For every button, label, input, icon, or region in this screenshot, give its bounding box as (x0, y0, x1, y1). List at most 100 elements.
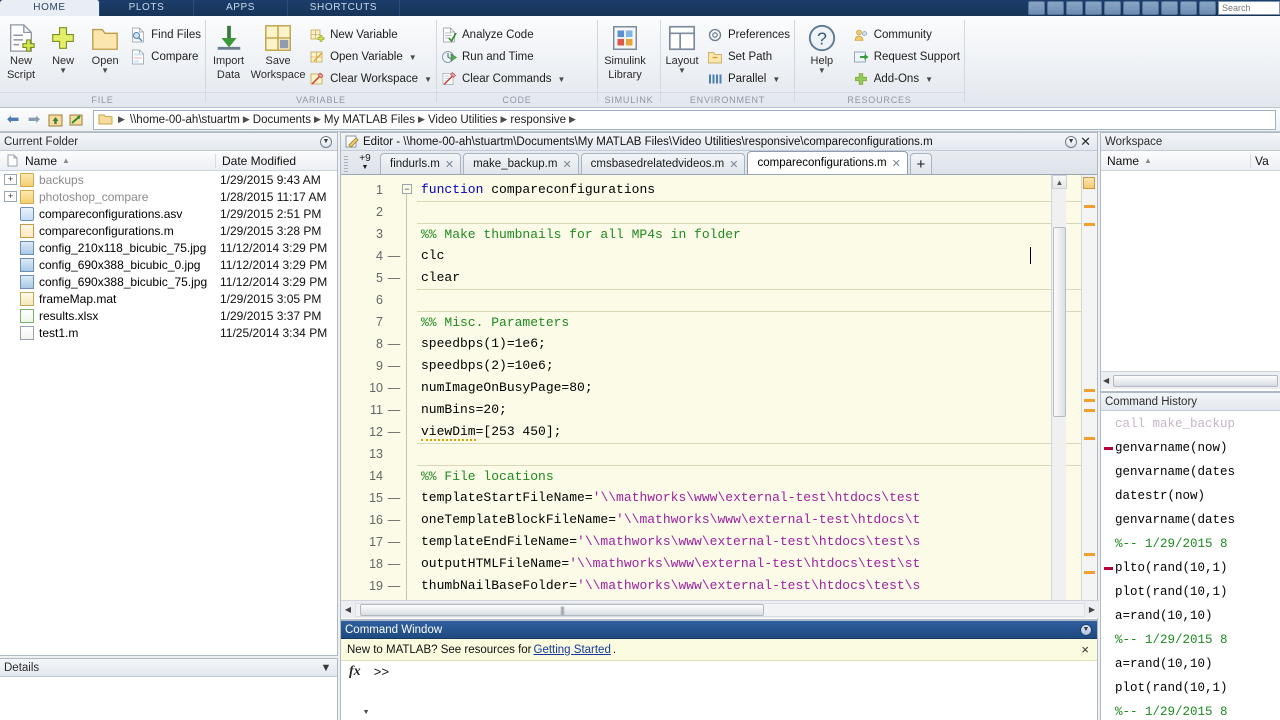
chevron-down-icon[interactable]: ▼ (818, 67, 826, 75)
breadcrumb-item[interactable]: Documents (251, 114, 313, 126)
chevron-down-icon[interactable]: ▼ (925, 75, 933, 84)
command-history-row[interactable]: datestr(now) (1101, 484, 1280, 508)
code-line[interactable]: speedbps(1)=1e6; (417, 333, 1097, 355)
list-icon[interactable] (1104, 1, 1121, 15)
executable-line-marker[interactable] (387, 443, 401, 465)
command-history-row[interactable]: genvarname(dates (1101, 508, 1280, 532)
layout-button[interactable]: Layout ▼ (661, 20, 703, 75)
fold-toggle-icon[interactable]: − (402, 184, 412, 194)
analyze-code-button[interactable]: Analyze Code (437, 24, 569, 46)
command-history-list[interactable]: call make_backup genvarname(now) genvarnam… (1101, 411, 1280, 719)
window-icon[interactable] (1180, 1, 1197, 15)
executable-line-marker[interactable] (387, 311, 401, 333)
code-issue-marker[interactable] (1084, 409, 1095, 412)
forward-arrow-icon[interactable]: ➡ (25, 111, 43, 129)
chevron-down-icon[interactable]: ▼ (409, 53, 417, 62)
executable-line-marker[interactable] (387, 289, 401, 311)
executable-line-marker[interactable] (387, 465, 401, 487)
code-line[interactable]: speedbps(2)=10e6; (417, 355, 1097, 377)
code-line[interactable]: oneTemplateBlockFileName='\\mathworks\ww… (417, 509, 1097, 531)
close-icon[interactable]: ✕ (729, 158, 738, 171)
executable-line-marker[interactable]: — (387, 575, 401, 597)
code-line[interactable]: viewDim=[253 450]; (417, 421, 1097, 443)
preferences-button[interactable]: Preferences (703, 24, 794, 46)
editor-horizontal-scrollbar[interactable]: ◀ ||| ▶ (341, 600, 1099, 618)
fx-caret-icon[interactable]: ▼ (363, 709, 370, 716)
ribbon-tab-apps[interactable]: APPS (194, 0, 288, 16)
simulink-button[interactable]: Simulink Library (598, 20, 652, 81)
compare-button[interactable]: Compare (126, 46, 205, 68)
code-line[interactable]: clear (417, 267, 1097, 289)
close-icon[interactable]: ✕ (892, 157, 901, 170)
code-line[interactable]: function compareconfigurations (417, 179, 1097, 201)
column-header-name[interactable]: Name ▲ (0, 153, 216, 168)
open-button[interactable]: Open ▼ (84, 20, 126, 75)
new-doc-icon[interactable] (1047, 1, 1064, 15)
executable-line-marker[interactable]: — (387, 531, 401, 553)
workspace-variable-list[interactable] (1101, 171, 1280, 371)
file-row[interactable]: config_690x388_bicubic_75.jpg 11/12/2014 … (0, 273, 337, 290)
command-window-options-icon[interactable]: ▼ (1079, 623, 1093, 637)
editor-marker-strip[interactable] (1081, 175, 1097, 618)
file-row[interactable]: compareconfigurations.m 1/29/2015 3:28 PM (0, 222, 337, 239)
command-history-row[interactable]: plot(rand(10,1) (1101, 580, 1280, 604)
executable-line-marker[interactable]: — (387, 377, 401, 399)
notice-close-icon[interactable]: × (1079, 643, 1091, 656)
find-files-button[interactable]: Find Files (126, 24, 205, 46)
command-history-row[interactable]: %-- 1/29/2015 8 (1101, 700, 1280, 719)
command-history-row[interactable]: %-- 1/29/2015 8 (1101, 628, 1280, 652)
scroll-left-arrow[interactable]: ◀ (1101, 376, 1111, 385)
tab-overflow-button[interactable]: +9 ▼ (350, 152, 380, 174)
details-header[interactable]: Details ▼ (0, 659, 337, 677)
code-line[interactable]: numImageOnBusyPage=80; (417, 377, 1097, 399)
open-variable-button[interactable]: Open Variable ▼ (305, 46, 436, 68)
code-issue-marker[interactable] (1084, 205, 1095, 208)
scroll-left-arrow[interactable]: ◀ (341, 602, 355, 618)
import-button[interactable]: Import Data (206, 20, 251, 81)
save-icon[interactable] (1066, 1, 1083, 15)
help-button[interactable]: ? Help ▼ (795, 20, 849, 75)
file-row[interactable]: config_690x388_bicubic_0.jpg 11/12/2014 3… (0, 256, 337, 273)
code-line[interactable]: %% Make thumbnails for all MP4s in folde… (417, 223, 1097, 245)
code-issue-marker[interactable] (1084, 437, 1095, 440)
add-ons-button[interactable]: Add-Ons ▼ (849, 68, 964, 90)
executable-line-marker[interactable]: — (387, 509, 401, 531)
executable-line-marker[interactable]: — (387, 487, 401, 509)
fx-icon[interactable]: fx (341, 665, 363, 679)
close-icon[interactable]: ✕ (445, 158, 454, 171)
code-line[interactable]: %% File locations (417, 465, 1097, 487)
run-and-time-button[interactable]: Run and Time (437, 46, 569, 68)
new-button[interactable]: New ▼ (42, 20, 84, 75)
editor-close-icon[interactable]: ✕ (1078, 135, 1093, 148)
clear-workspace-button[interactable]: Clear Workspace ▼ (305, 68, 436, 90)
parallel-button[interactable]: Parallel ▼ (703, 68, 794, 90)
file-row[interactable]: + photoshop_compare 1/28/2015 11:17 AM (0, 188, 337, 205)
executable-line-marker[interactable]: — (387, 267, 401, 289)
executable-line-marker[interactable]: — (387, 245, 401, 267)
horizontal-scroll-thumb[interactable]: ||| (360, 603, 764, 616)
command-window-body[interactable]: fx ▼ >> (341, 661, 1097, 718)
code-line[interactable] (417, 289, 1097, 311)
chevron-down-icon[interactable]: ▼ (678, 67, 686, 75)
breadcrumb-separator[interactable]: ▶ (568, 114, 577, 125)
file-row[interactable]: compareconfigurations.asv 1/29/2015 2:51 … (0, 205, 337, 222)
file-row[interactable]: results.xlsx 1/29/2015 3:37 PM (0, 307, 337, 324)
executable-line-marker[interactable]: — (387, 355, 401, 377)
new-button[interactable]: New Script (0, 20, 42, 81)
code-issue-marker[interactable] (1084, 571, 1095, 574)
breadcrumb-separator[interactable]: ▶ (417, 114, 426, 125)
breadcrumb-separator[interactable]: ▶ (242, 114, 251, 125)
executable-line-marker[interactable]: — (387, 399, 401, 421)
code-line[interactable] (417, 201, 1097, 223)
editor-tab-cmsbasedrelatedvideos-m[interactable]: cmsbasedrelatedvideos.m ✕ (580, 153, 746, 174)
request-support-button[interactable]: Request Support (849, 46, 964, 68)
executable-line-marker[interactable]: — (387, 333, 401, 355)
executable-line-marker[interactable] (387, 201, 401, 223)
code-issue-marker[interactable] (1084, 389, 1095, 392)
chevron-down-icon[interactable]: ▼ (557, 75, 565, 84)
pin-icon[interactable] (1028, 1, 1045, 15)
code-line[interactable] (417, 443, 1097, 465)
command-history-row[interactable]: call make_backup (1101, 412, 1280, 436)
chevron-down-icon[interactable]: ▼ (424, 75, 432, 84)
executable-line-marker[interactable]: — (387, 421, 401, 443)
